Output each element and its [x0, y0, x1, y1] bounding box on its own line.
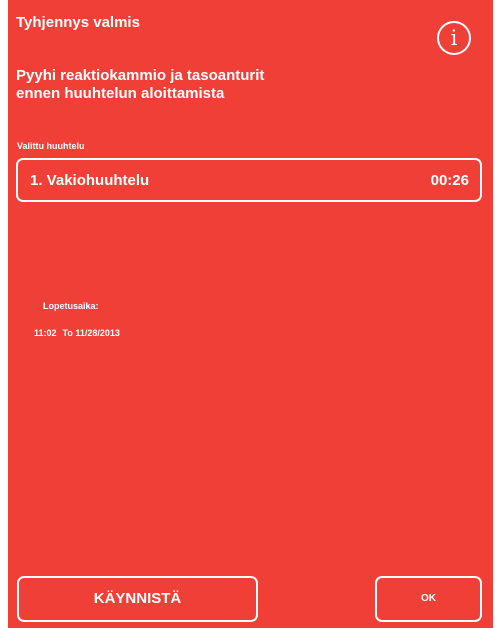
selected-rinse-field[interactable]: 1. Vakiohuuhtelu 00:26 [16, 158, 482, 202]
page-title: Tyhjennys valmis [16, 14, 140, 31]
rinse-program-name: 1. Vakiohuuhtelu [30, 172, 150, 189]
instruction-line-2: ennen huuhtelun aloittamista [16, 85, 225, 102]
instruction-text: Pyyhi reaktiokammio ja tasoanturit ennen… [16, 67, 336, 103]
end-time-date: To 11/28/2013 [62, 328, 120, 338]
end-time-label: Lopetusaika: [43, 301, 99, 311]
end-time-value: 11:02 To 11/28/2013 [34, 328, 120, 338]
end-time-clock: 11:02 [34, 328, 57, 338]
instruction-line-1: Pyyhi reaktiokammio ja tasoanturit [16, 67, 265, 84]
start-button[interactable]: KÄYNNISTÄ [17, 576, 258, 622]
info-button[interactable]: i [437, 21, 471, 55]
ok-button[interactable]: OK [375, 576, 482, 622]
rinse-ready-screen: Tyhjennys valmis i Pyyhi reaktiokammio j… [0, 0, 501, 628]
selected-rinse-label: Valittu huuhtelu [17, 141, 85, 151]
info-icon: i [450, 26, 458, 50]
rinse-duration: 00:26 [430, 172, 469, 189]
